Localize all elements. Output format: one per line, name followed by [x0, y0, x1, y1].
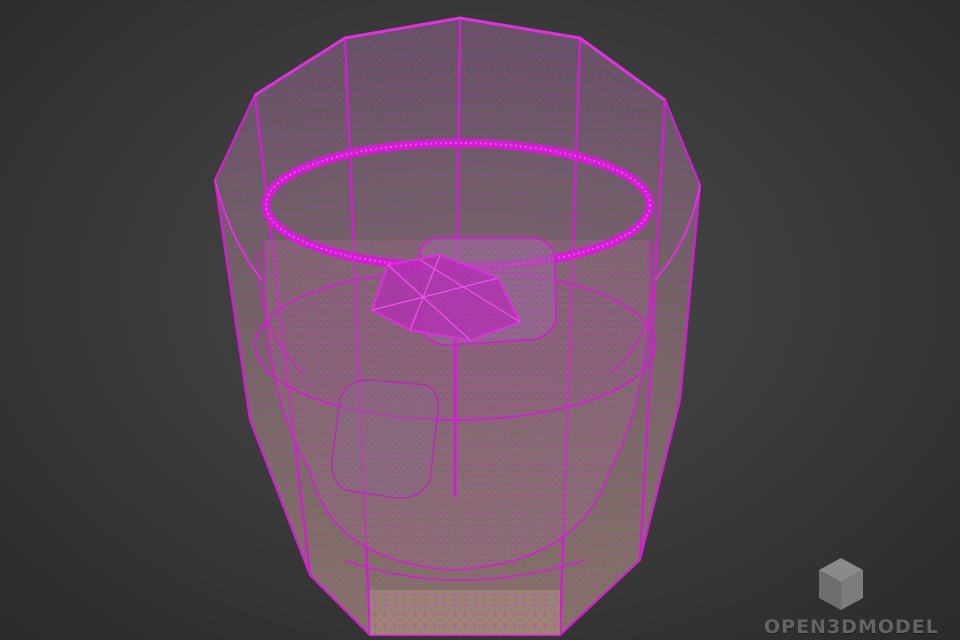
- watermark: OPEN3DMODEL: [760, 530, 960, 640]
- viewport-3d[interactable]: OPEN3DMODEL: [0, 0, 960, 640]
- watermark-text: OPEN3DMODEL: [764, 616, 939, 638]
- cube-logo-icon: [819, 558, 863, 610]
